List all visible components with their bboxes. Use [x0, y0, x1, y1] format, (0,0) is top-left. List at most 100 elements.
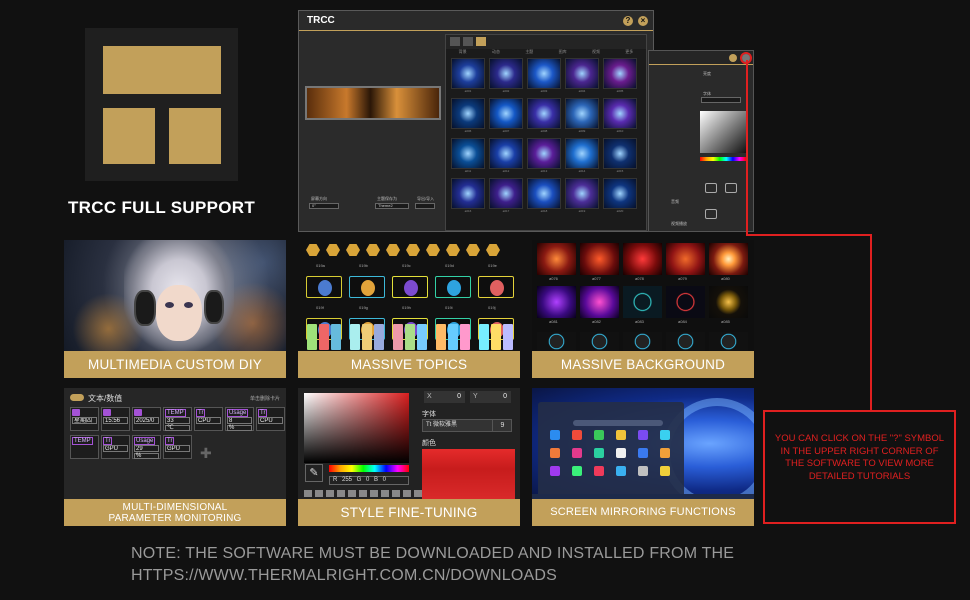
background-thumb[interactable]	[623, 332, 662, 351]
gallery-thumb[interactable]	[489, 98, 523, 129]
monitor-card[interactable]: Usage 29%	[132, 435, 161, 459]
gallery-thumb[interactable]	[603, 98, 637, 129]
gallery-thumb[interactable]	[527, 178, 561, 209]
theme-thumb[interactable]	[349, 276, 385, 298]
background-thumb[interactable]	[623, 286, 662, 318]
gallery-thumb[interactable]	[489, 138, 523, 169]
color-picker[interactable]	[304, 393, 409, 463]
theme-thumb[interactable]	[307, 324, 341, 350]
app-icon[interactable]	[638, 466, 648, 476]
monitor-card[interactable]: Tr CPU	[194, 407, 223, 431]
app-icon[interactable]	[572, 430, 582, 440]
background-thumb[interactable]	[580, 332, 619, 351]
monitor-card[interactable]: 星期四	[70, 407, 99, 431]
app-icon[interactable]	[616, 448, 626, 458]
app-icon[interactable]	[638, 448, 648, 458]
monitor-card[interactable]: 2025/0	[132, 407, 161, 431]
background-thumb[interactable]	[580, 243, 619, 275]
background-thumb[interactable]	[709, 332, 748, 351]
add-card-icon[interactable]: ✚	[200, 445, 212, 462]
monitor-card[interactable]: 15:56	[101, 407, 130, 431]
export-import-button[interactable]	[415, 203, 435, 209]
settings-help-icon[interactable]	[729, 54, 737, 62]
background-thumb[interactable]	[666, 286, 705, 318]
app-icon[interactable]	[616, 430, 626, 440]
gallery-thumb[interactable]	[451, 138, 485, 169]
monitor-card[interactable]: TEMP	[70, 435, 99, 459]
background-thumb[interactable]	[537, 243, 576, 275]
gallery-thumb[interactable]	[565, 178, 599, 209]
gallery-col[interactable]: 主题	[525, 49, 533, 55]
app-icon[interactable]	[594, 430, 604, 440]
rotation-select[interactable]: 0°	[309, 203, 339, 209]
gallery-col[interactable]: 视频	[592, 49, 600, 55]
app-icon[interactable]	[660, 466, 670, 476]
gallery-thumb[interactable]	[603, 138, 637, 169]
gallery-thumb[interactable]	[527, 58, 561, 89]
close-button[interactable]: ×	[638, 16, 648, 26]
theme-thumb[interactable]	[392, 276, 428, 298]
search-bar[interactable]	[573, 420, 663, 426]
rgb-input[interactable]: R 255 G 0 B 0	[329, 476, 409, 485]
monitor-card[interactable]: TEMP 33 ℃	[163, 407, 192, 431]
app-icon[interactable]	[550, 430, 560, 440]
theme-thumb[interactable]	[478, 276, 514, 298]
audio-icon[interactable]	[705, 183, 717, 193]
hue-slider[interactable]	[700, 157, 746, 161]
grid-view-icon[interactable]	[450, 37, 460, 46]
app-icon[interactable]	[638, 430, 648, 440]
font-select[interactable]	[701, 97, 741, 103]
gallery-thumb[interactable]	[451, 58, 485, 89]
gallery-thumb[interactable]	[527, 138, 561, 169]
gallery-thumb[interactable]	[565, 98, 599, 129]
theme-thumb[interactable]	[436, 324, 470, 350]
app-icon[interactable]	[594, 466, 604, 476]
toggle-switch[interactable]	[70, 394, 84, 401]
theme-thumb[interactable]	[350, 324, 384, 350]
gallery-thumb[interactable]	[565, 58, 599, 89]
gallery-thumb[interactable]	[451, 98, 485, 129]
background-thumb[interactable]	[537, 332, 576, 351]
gallery-col[interactable]: 背景	[459, 49, 467, 55]
background-thumb[interactable]	[580, 286, 619, 318]
monitor-card[interactable]: Tr GPU	[101, 435, 130, 459]
gallery-thumb[interactable]	[451, 178, 485, 209]
list-view-icon[interactable]	[463, 37, 473, 46]
app-icon[interactable]	[594, 448, 604, 458]
background-thumb[interactable]	[537, 286, 576, 318]
theme-thumb[interactable]	[306, 276, 342, 298]
gallery-thumb[interactable]	[489, 178, 523, 209]
help-button[interactable]: ?	[623, 16, 633, 26]
app-icon[interactable]	[660, 430, 670, 440]
gallery-thumb[interactable]	[527, 98, 561, 129]
color-field[interactable]	[700, 111, 746, 153]
y-input[interactable]: Y0	[470, 391, 511, 403]
gallery-thumb[interactable]	[565, 138, 599, 169]
background-thumb[interactable]	[666, 243, 705, 275]
background-thumb[interactable]	[666, 332, 705, 351]
app-icon[interactable]	[616, 466, 626, 476]
play-icon[interactable]	[705, 209, 717, 219]
gallery-thumb[interactable]	[489, 58, 523, 89]
hue-slider[interactable]	[329, 465, 409, 472]
gallery-col[interactable]: 动态	[492, 49, 500, 55]
theme-thumb[interactable]	[479, 324, 513, 350]
monitor-card[interactable]: Usage 8%	[225, 407, 254, 431]
monitor-card[interactable]: Tr GPU	[163, 435, 192, 459]
app-icon[interactable]	[572, 466, 582, 476]
background-thumb[interactable]	[623, 243, 662, 275]
eyedropper-icon[interactable]: ✎	[305, 464, 323, 482]
video-icon[interactable]	[725, 183, 737, 193]
gallery-col[interactable]: 图库	[559, 49, 567, 55]
app-icon[interactable]	[572, 448, 582, 458]
gallery-thumb[interactable]	[603, 178, 637, 209]
background-thumb[interactable]	[709, 286, 748, 318]
folder-icon[interactable]	[476, 37, 486, 46]
theme-thumb[interactable]	[435, 276, 471, 298]
app-icon[interactable]	[550, 466, 560, 476]
font-size[interactable]: 9	[492, 419, 512, 432]
theme-name-input[interactable]: Theme2	[375, 203, 409, 209]
gallery-thumb[interactable]	[603, 58, 637, 89]
theme-thumb[interactable]	[393, 324, 427, 350]
app-icon[interactable]	[550, 448, 560, 458]
